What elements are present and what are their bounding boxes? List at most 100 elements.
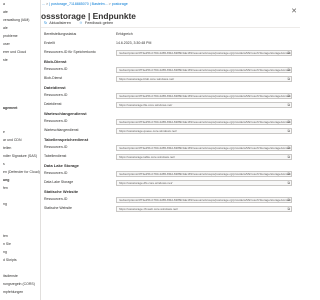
- field-value: https://ossstorage.table.core.windows.ne…: [119, 154, 175, 159]
- property-row: Dateidienst https://ossstorage.file.core.…: [44, 100, 296, 109]
- field-value: https://ossstorage.dfs.core.windows.net/: [119, 180, 173, 185]
- refresh-label: Aktualisieren: [49, 21, 71, 25]
- copy-icon[interactable]: ⧉: [288, 172, 291, 176]
- copy-icon[interactable]: ⧉: [288, 146, 291, 150]
- sidebar-group-header: agement: [3, 106, 18, 110]
- sidebar-item[interactable]: [0, 72, 40, 80]
- copy-icon[interactable]: ⧉: [288, 207, 291, 211]
- property-row: Erstellt 14.6.2023, 3:30:48 PM: [44, 39, 296, 48]
- title-row: ossstorage | Endpunkte ✕: [41, 6, 300, 21]
- sidebar-item[interactable]: ar und CDN: [0, 136, 40, 144]
- section-title: Dateidienst: [44, 85, 66, 90]
- sidebar-item[interactable]: verwaltung (IAM): [0, 16, 40, 24]
- sidebar-item[interactable]: itsdienste: [0, 272, 40, 280]
- sidebar-item[interactable]: ten: [0, 232, 40, 240]
- copy-icon[interactable]: ⧉: [288, 129, 291, 133]
- readonly-value-field[interactable]: /subscriptions/4f73e25b-b790-4d65-8f4d-6…: [116, 196, 292, 203]
- property-row: Statische Website https://ossstorage.z6.w…: [44, 204, 296, 213]
- sidebar-item[interactable]: [0, 224, 40, 232]
- sidebar-item[interactable]: [0, 88, 40, 96]
- sidebar-item[interactable]: fen: [0, 184, 40, 192]
- readonly-value-field[interactable]: https://ossstorage.queue.core.windows.ne…: [116, 127, 292, 134]
- sidebar-item[interactable]: probleme: [0, 32, 40, 40]
- close-icon[interactable]: ✕: [291, 8, 297, 16]
- readonly-value-field[interactable]: /subscriptions/4f73e25b-b790-4d65-8f4d-6…: [116, 118, 292, 125]
- sidebar-item[interactable]: ndler Signature (SAS): [0, 152, 40, 160]
- sidebar-item[interactable]: [0, 80, 40, 88]
- endpoint-section: Blob-Dienst Ressourcen-ID/subscriptions/4…: [44, 58, 296, 83]
- property-label: Ressourcen-ID: [44, 171, 68, 175]
- sidebar-item[interactable]: [0, 120, 40, 128]
- field-value: /subscriptions/4f73e25b-b790-4d65-8f4d-6…: [119, 93, 292, 98]
- sidebar-item[interactable]: a: [0, 0, 40, 8]
- sidebar-item[interactable]: [0, 64, 40, 72]
- sidebar-item[interactable]: rungsregeln (CORS): [0, 280, 40, 288]
- sidebar-item[interactable]: [0, 112, 40, 120]
- main-pane: ... > | postorage_7118885070 | Bastelm..…: [41, 0, 300, 300]
- property-value: 14.6.2023, 3:30:48 PM: [116, 41, 152, 45]
- sidebar-item[interactable]: ste: [0, 56, 40, 64]
- sidebar-item[interactable]: n Sie: [0, 240, 40, 248]
- sidebar-item[interactable]: [0, 264, 40, 272]
- readonly-value-field[interactable]: https://ossstorage.dfs.core.windows.net/…: [116, 179, 292, 186]
- refresh-button[interactable]: ↻ Aktualisieren: [44, 19, 71, 27]
- property-row: Ressourcen-ID/subscriptions/4f73e25b-b79…: [44, 117, 296, 126]
- readonly-value-field[interactable]: /subscriptions/4f73e25b-b790-4d65-8f4d-6…: [116, 66, 292, 73]
- property-label: Dateidienst: [44, 102, 62, 106]
- property-row: Warteschlangendienst https://ossstorage.q…: [44, 126, 296, 135]
- copy-icon[interactable]: ⧉: [288, 103, 291, 107]
- copy-icon[interactable]: ⧉: [288, 198, 291, 202]
- endpoint-section: Dateidienst Ressourcen-ID/subscriptions/4…: [44, 84, 296, 109]
- endpoint-section: Tabellenspeicherdienst Ressourcen-ID/subs…: [44, 136, 296, 161]
- sidebar-item[interactable]: en (Defender for Cloud): [0, 168, 40, 176]
- readonly-value-field[interactable]: /subscriptions/4f73e25b-b790-4d65-8f4d-6…: [116, 170, 292, 177]
- readonly-value-field[interactable]: /subscriptions/4f73e25b-b790-4d65-8f4d-6…: [116, 92, 292, 99]
- endpoint-section: Statische Website Ressourcen-ID/subscript…: [44, 188, 296, 213]
- property-label: Ressourcen-ID: [44, 67, 68, 71]
- sidebar-item[interactable]: e: [0, 128, 40, 136]
- sidebar-item[interactable]: s: [0, 160, 40, 168]
- copy-icon[interactable]: ⧉: [288, 68, 291, 72]
- field-value: /subscriptions/4f73e25b-b790-4d65-8f4d-6…: [119, 171, 292, 176]
- copy-icon[interactable]: ⧉: [288, 51, 291, 55]
- readonly-value-field[interactable]: https://ossstorage.z6.web.core.windows.n…: [116, 205, 292, 212]
- copy-icon[interactable]: ⧉: [288, 181, 291, 185]
- sidebar-item[interactable]: [0, 216, 40, 224]
- field-value: /subscriptions/4f73e25b-b790-4d65-8f4d-6…: [119, 145, 291, 150]
- sidebar-item[interactable]: erer und Cloud: [0, 48, 40, 56]
- sidebar-item[interactable]: ale: [0, 24, 40, 32]
- sidebar-item[interactable]: oser: [0, 40, 40, 48]
- sidebar-item[interactable]: ng: [0, 248, 40, 256]
- field-value: /subscriptions/4f73e25b-b790-4d65-8f4d-6…: [119, 67, 292, 72]
- sidebar-item[interactable]: [0, 192, 40, 200]
- copy-icon[interactable]: ⧉: [288, 77, 291, 81]
- resource-menu-sidebar: a ate verwaltung (IAM) ale probleme oser erer …: [0, 0, 41, 300]
- property-label: Ressourcen-ID: [44, 145, 68, 149]
- property-row: Ressourcen-ID für Speicherkonto/subscrip…: [44, 48, 296, 57]
- sidebar-item[interactable]: [0, 96, 40, 104]
- readonly-value-field[interactable]: https://ossstorage.file.core.windows.net…: [116, 101, 292, 108]
- sidebar-item[interactable]: [0, 208, 40, 216]
- field-value: /subscriptions/4f73e25b-b790-4d65-8f4d-6…: [119, 197, 292, 202]
- sidebar-item[interactable]: [0, 296, 40, 300]
- property-label: Bereitstellungsstatus: [44, 32, 77, 36]
- sidebar-item[interactable]: ate: [0, 8, 40, 16]
- readonly-value-field[interactable]: /subscriptions/4f73e25b-b790-4d65-8f4d-6…: [116, 49, 292, 56]
- copy-icon[interactable]: ⧉: [288, 120, 291, 124]
- property-row: Bereitstellungsstatus Erfolgreich: [44, 30, 296, 39]
- feedback-button[interactable]: ☺ Feedback geben: [79, 19, 113, 27]
- copy-icon[interactable]: ⧉: [288, 155, 291, 159]
- sidebar-item[interactable]: tellen: [0, 144, 40, 152]
- property-row: Ressourcen-ID/subscriptions/4f73e25b-b79…: [44, 195, 296, 204]
- sidebar-item[interactable]: d Skripts: [0, 256, 40, 264]
- section-title: Statische Website: [44, 189, 79, 194]
- readonly-value-field[interactable]: https://ossstorage.table.core.windows.ne…: [116, 153, 292, 160]
- sidebar-item[interactable]: mpfehlungen: [0, 288, 40, 296]
- copy-icon[interactable]: ⧉: [288, 94, 291, 98]
- property-row: Tabellendienst https://ossstorage.table.c…: [44, 152, 296, 161]
- feedback-label: Feedback geben: [84, 21, 114, 25]
- readonly-value-field[interactable]: https://ossstorage.blob.core.windows.net…: [116, 75, 292, 82]
- readonly-value-field[interactable]: /subscriptions/4f73e25b-b790-4d65-8f4d-6…: [116, 144, 292, 151]
- sidebar-item[interactable]: ng: [0, 200, 40, 208]
- endpoint-section: Warteschlangendienst Ressourcen-ID/subscr…: [44, 110, 296, 135]
